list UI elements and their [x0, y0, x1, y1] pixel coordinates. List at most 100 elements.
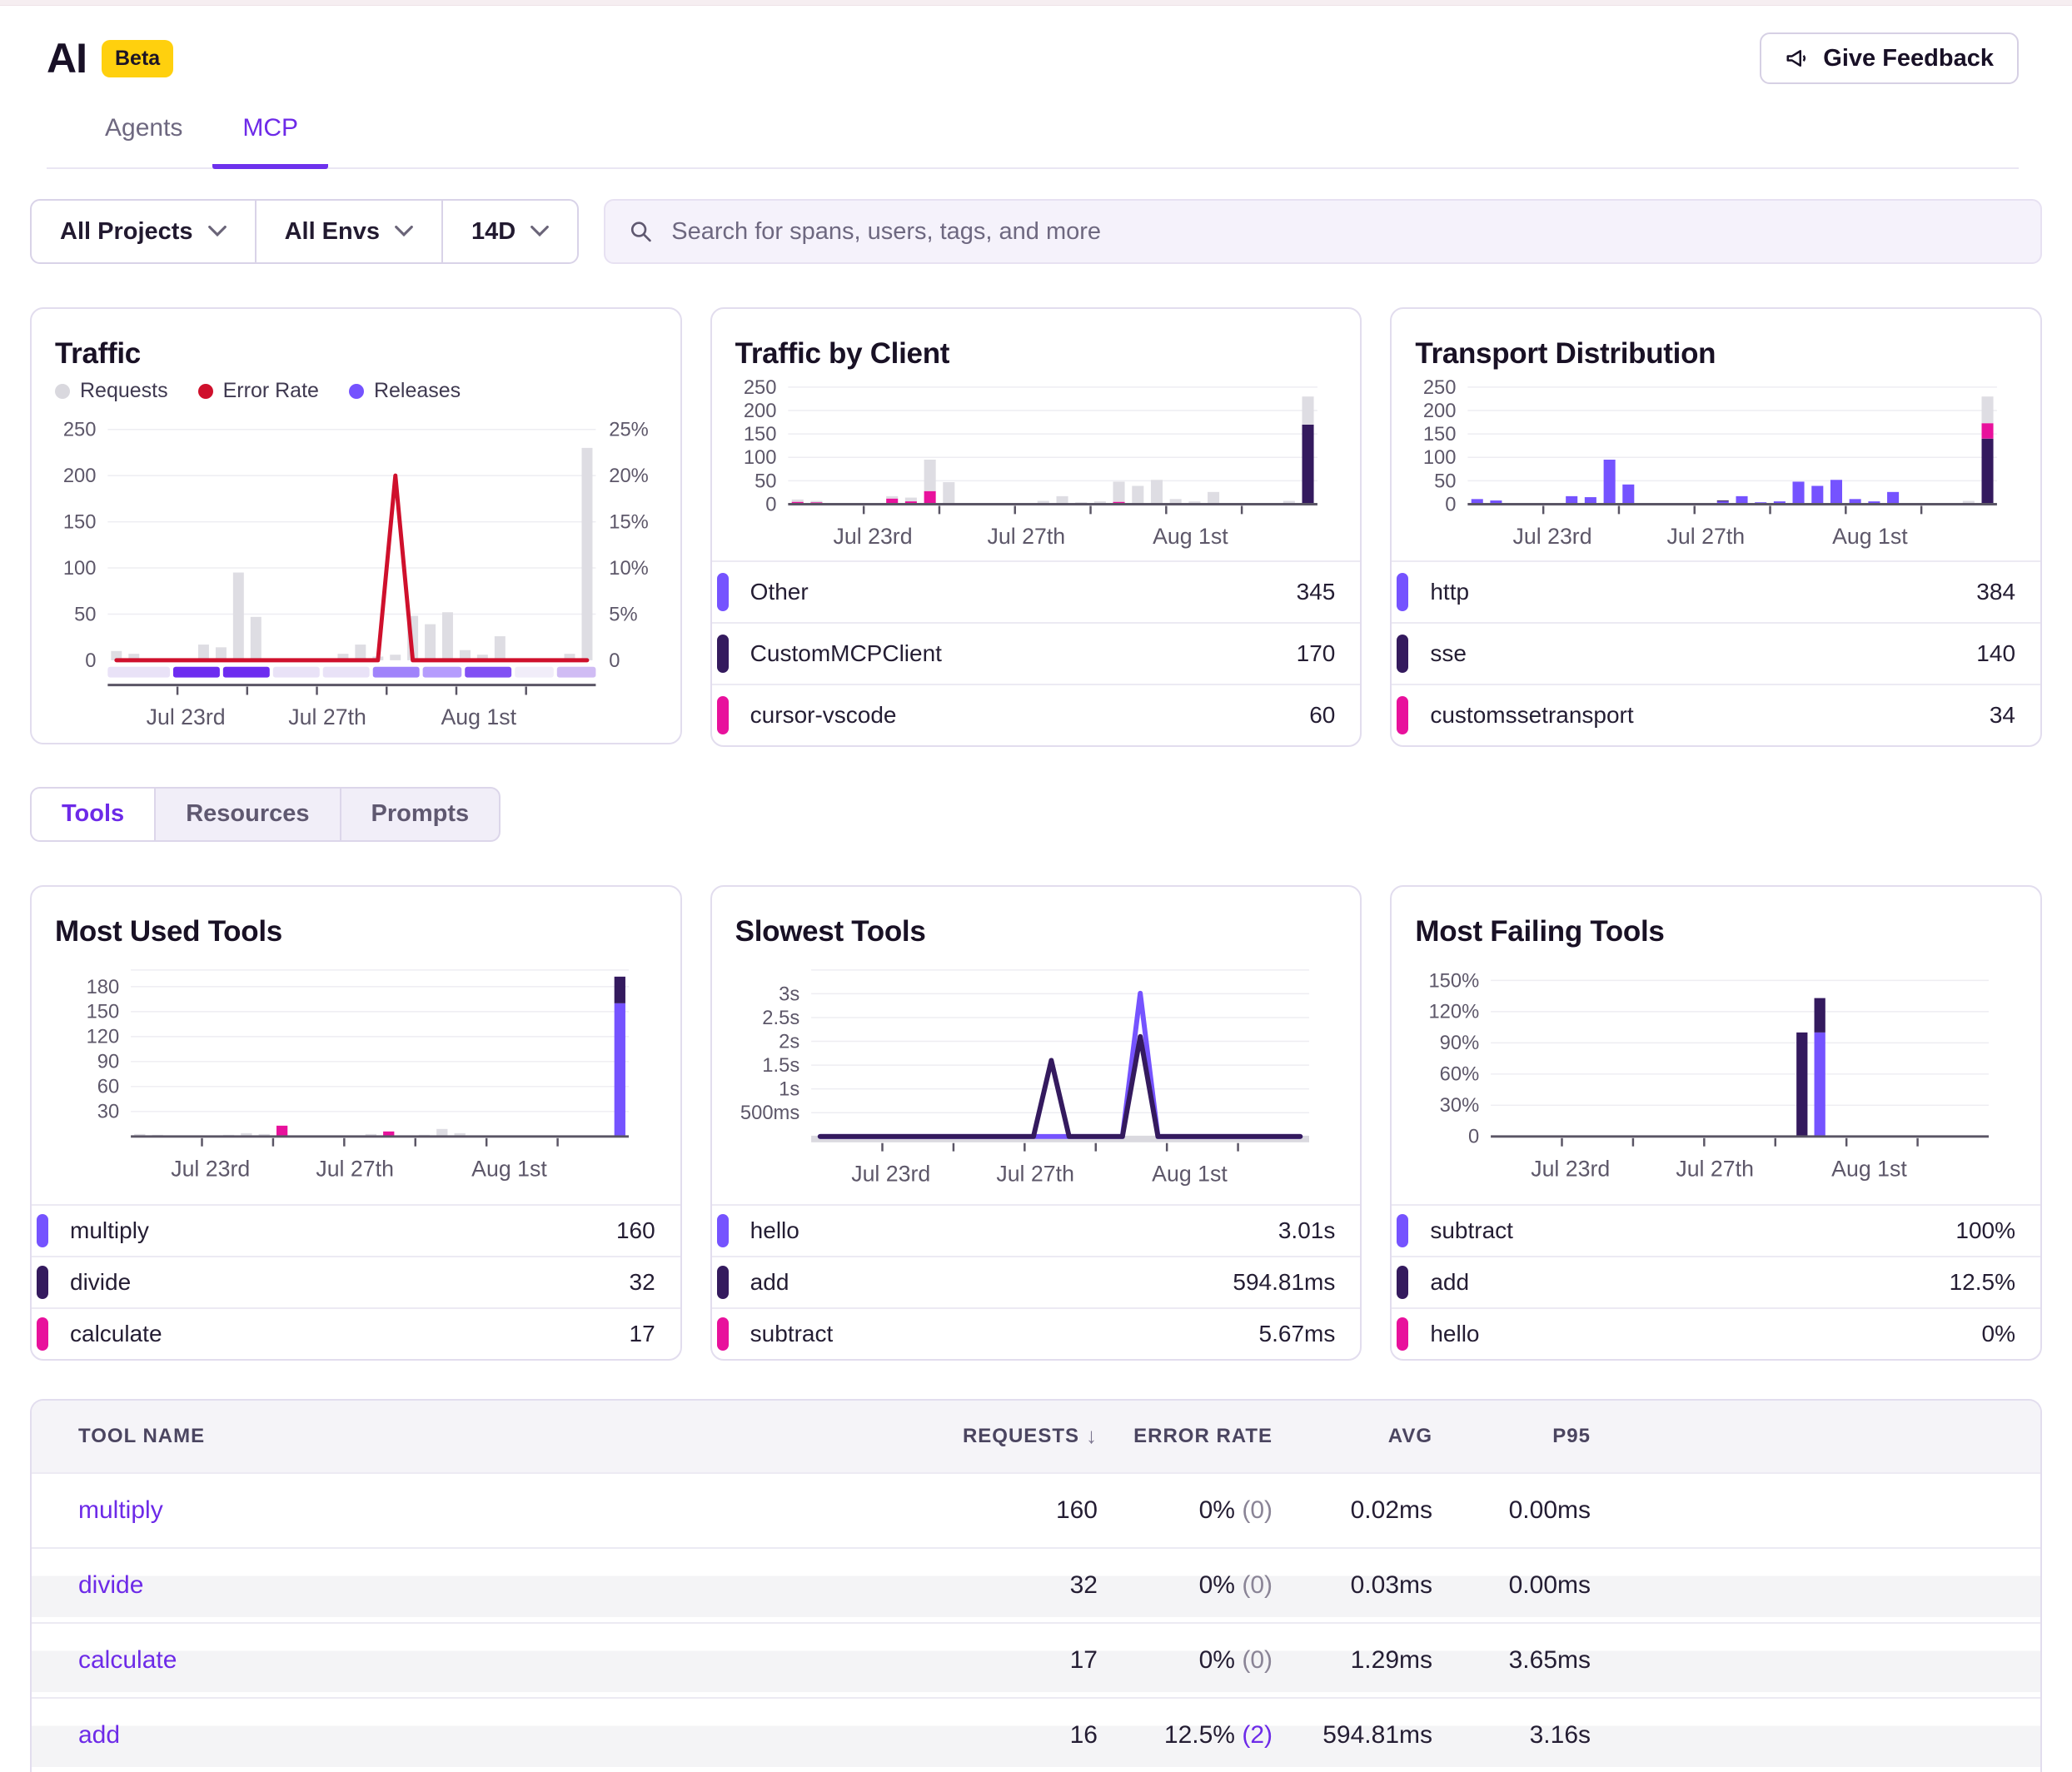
legend-label: Requests — [80, 379, 168, 403]
table-row-add: add1612.5% (2)594.81ms3.16s — [32, 1697, 2040, 1772]
chevron-down-icon — [395, 226, 413, 237]
svg-text:Jul 27th: Jul 27th — [288, 704, 366, 729]
tools-table-header: Tool Name Requests ↓ Error Rate Avg P95 — [32, 1401, 2040, 1472]
legend-row-label: calculate — [70, 1321, 162, 1347]
legend-row-label: sse — [1430, 640, 1467, 667]
legend-color-pill — [1397, 696, 1408, 734]
legend-row-CustomMCPClient: CustomMCPClient170 — [712, 622, 1361, 684]
svg-text:15%: 15% — [609, 510, 649, 533]
p95-value: 0.00ms — [1432, 1496, 1591, 1525]
svg-text:90: 90 — [97, 1051, 119, 1073]
svg-text:250: 250 — [63, 419, 97, 441]
legend-row-label: subtract — [750, 1321, 834, 1347]
megaphone-icon — [1785, 46, 1810, 71]
legend-row-label: add — [750, 1269, 789, 1296]
most-used-tools-card: Most Used Tools 306090120150180Jul 23rdJ… — [30, 885, 682, 1361]
column-tool-name[interactable]: Tool Name — [78, 1425, 898, 1448]
column-requests[interactable]: Requests ↓ — [898, 1423, 1098, 1449]
svg-text:150: 150 — [87, 1001, 120, 1023]
legend-row-value: 170 — [1297, 640, 1336, 667]
tab-prompts[interactable]: Prompts — [341, 789, 500, 840]
svg-text:5%: 5% — [609, 603, 637, 625]
legend-row-label: cursor-vscode — [750, 702, 897, 729]
legend-label: Releases — [374, 379, 461, 403]
svg-text:Aug 1st: Aug 1st — [1832, 524, 1908, 549]
chevron-down-icon — [208, 226, 227, 237]
svg-text:Aug 1st: Aug 1st — [1153, 524, 1228, 549]
svg-text:250: 250 — [1423, 379, 1457, 399]
traffic-legend: RequestsError RateReleases — [55, 379, 657, 403]
app-logo: AI — [47, 34, 87, 82]
tab-tools[interactable]: Tools — [32, 789, 156, 840]
svg-text:90%: 90% — [1440, 1032, 1480, 1054]
svg-text:100: 100 — [63, 557, 97, 580]
svg-text:Jul 27th: Jul 27th — [1667, 524, 1746, 549]
transport-distribution-legend: http384sse140customssetransport34 — [1392, 560, 2040, 745]
svg-text:30%: 30% — [1440, 1094, 1480, 1117]
envs-filter[interactable]: All Envs — [257, 201, 443, 262]
legend-row-label: hello — [1430, 1321, 1479, 1347]
search-bar — [604, 199, 2042, 264]
avg-value: 1.29ms — [1273, 1646, 1432, 1675]
legend-row-http: http384 — [1392, 562, 2040, 622]
column-error-rate[interactable]: Error Rate — [1098, 1425, 1273, 1448]
transport-distribution-title: Transport Distribution — [1415, 337, 2017, 371]
legend-row-divide: divide32 — [32, 1256, 680, 1307]
legend-color-pill — [717, 573, 729, 611]
svg-text:Jul 23rd: Jul 23rd — [171, 1156, 250, 1181]
tool-link-divide[interactable]: divide — [78, 1571, 143, 1599]
tab-mcp[interactable]: MCP — [212, 114, 328, 169]
projects-filter[interactable]: All Projects — [32, 201, 257, 262]
error-rate-value: 0% (0) — [1098, 1496, 1273, 1525]
slowest-tools-legend: hello3.01sadd594.81mssubtract5.67ms — [712, 1204, 1361, 1359]
top-charts-row: Traffic RequestsError RateReleases 05010… — [30, 307, 2042, 747]
column-avg[interactable]: Avg — [1273, 1425, 1432, 1448]
legend-row-value: 17 — [630, 1321, 655, 1347]
traffic-by-client-title: Traffic by Client — [735, 337, 1337, 371]
legend-row-label: http — [1430, 579, 1469, 605]
svg-text:50: 50 — [1434, 470, 1456, 492]
tools-table-body: multiply1600% (0)0.02ms0.00msdivide320% … — [32, 1472, 2040, 1772]
main-content: All Projects All Envs 14D Traffic Reques… — [0, 169, 2072, 1772]
tab-agents[interactable]: Agents — [75, 114, 212, 167]
legend-row-value: 12.5% — [1950, 1269, 2015, 1296]
svg-text:150: 150 — [63, 510, 97, 533]
tab-resources[interactable]: Resources — [156, 789, 341, 840]
svg-text:Aug 1st: Aug 1st — [441, 704, 516, 729]
tool-link-add[interactable]: add — [78, 1721, 120, 1749]
legend-color-pill — [1397, 1266, 1408, 1299]
top-accent-strip — [0, 0, 2072, 6]
legend-row-add: add 12.5% — [1392, 1256, 2040, 1307]
svg-text:Jul 23rd: Jul 23rd — [851, 1161, 930, 1186]
svg-text:1s: 1s — [779, 1078, 799, 1100]
svg-text:100: 100 — [1423, 446, 1457, 469]
slowest-tools-chart: 500ms1s1.5s2s2.5s3sJul 23rdJul 27thAug 1… — [735, 957, 1337, 1196]
tool-link-multiply[interactable]: multiply — [78, 1496, 163, 1524]
error-rate-value: 0% (0) — [1098, 1646, 1273, 1675]
give-feedback-label: Give Feedback — [1823, 45, 1994, 72]
legend-color-pill — [1397, 635, 1408, 673]
legend-row-hello: hello3.01s — [712, 1206, 1361, 1256]
legend-row-label: hello — [750, 1217, 799, 1244]
svg-text:Jul 23rd: Jul 23rd — [1532, 1156, 1611, 1181]
requests-value: 17 — [898, 1646, 1098, 1675]
legend-row-label: add — [1430, 1269, 1469, 1296]
column-p95[interactable]: P95 — [1432, 1425, 1591, 1448]
legend-color-pill — [37, 1317, 48, 1351]
table-row-multiply: multiply1600% (0)0.02ms0.00ms — [32, 1472, 2040, 1547]
chevron-down-icon — [530, 226, 549, 237]
svg-text:20%: 20% — [609, 465, 649, 487]
svg-text:60: 60 — [97, 1076, 119, 1098]
traffic-card-title: Traffic — [55, 337, 657, 371]
date-range-filter[interactable]: 14D — [443, 201, 577, 262]
svg-text:500ms: 500ms — [740, 1102, 799, 1124]
tool-link-calculate[interactable]: calculate — [78, 1646, 177, 1674]
most-used-tools-legend: multiply160divide32calculate17 — [32, 1204, 680, 1359]
give-feedback-button[interactable]: Give Feedback — [1760, 32, 2019, 84]
svg-text:50: 50 — [755, 470, 776, 492]
search-input[interactable] — [670, 217, 2017, 246]
svg-text:0: 0 — [609, 650, 620, 672]
avg-value: 0.03ms — [1273, 1571, 1432, 1600]
error-count: (0) — [1242, 1496, 1273, 1524]
legend-row-value: 34 — [1990, 702, 2015, 729]
